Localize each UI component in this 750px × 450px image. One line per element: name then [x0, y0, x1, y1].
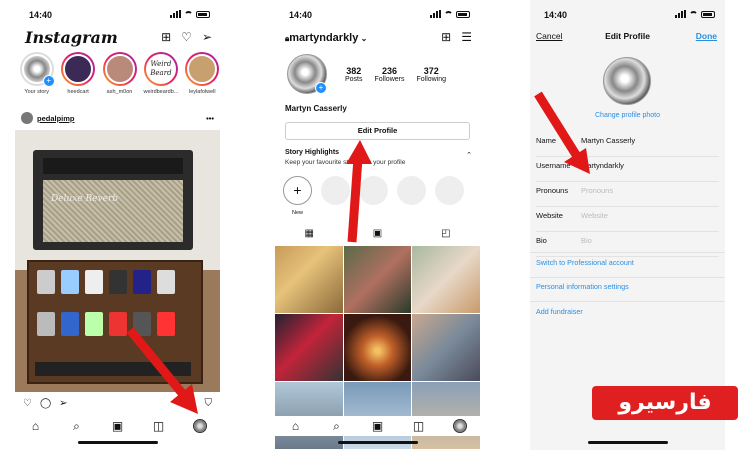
annotation-arrows	[126, 91, 590, 414]
arrow-to-profile-tab	[126, 327, 198, 414]
arrow-to-edit-profile	[346, 140, 372, 243]
watermark-logo: فارسیرو	[592, 386, 738, 420]
arrow-to-username-field	[534, 91, 590, 174]
